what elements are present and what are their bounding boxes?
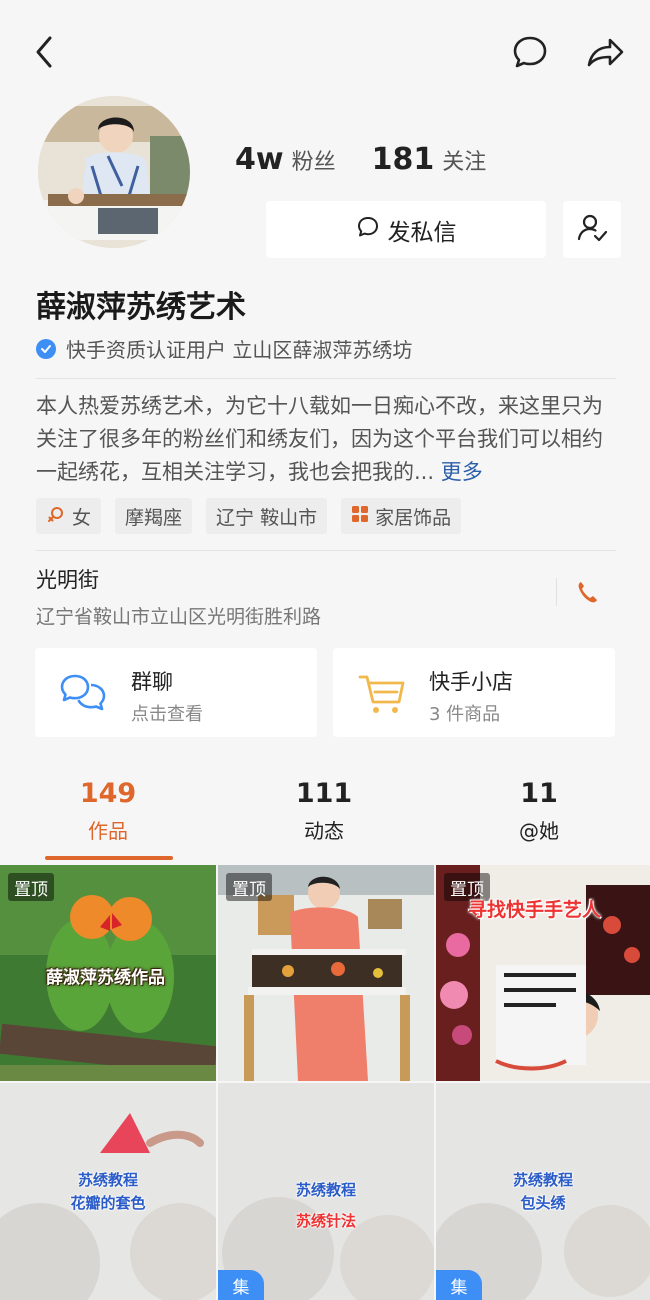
video-tile[interactable]: 置顶 薛淑萍苏绣作品 xyxy=(0,865,216,1081)
following-count[interactable]: 181 xyxy=(372,142,435,177)
video-tile[interactable]: 置顶 寻找快手手艺人 xyxy=(436,865,650,1081)
verification-row: 快手资质认证用户 立山区薛淑萍苏绣坊 xyxy=(36,334,412,363)
top-bar xyxy=(0,0,650,100)
tab-works-count: 149 xyxy=(79,778,137,809)
location-separator xyxy=(556,578,557,606)
shop-title: 快手小店 xyxy=(429,670,513,694)
tutorial-caption: 苏绣教程 苏绣针法 xyxy=(218,1179,434,1233)
location-address: 辽宁省鞍山市立山区光明街胜利路 xyxy=(36,606,322,628)
shop-card[interactable]: 快手小店 3 件商品 xyxy=(333,648,615,737)
video-tile[interactable]: 苏绣教程 苏绣针法 xyxy=(218,1083,434,1300)
profile-tags: 女 摩羯座 辽宁 鞍山市 家居饰品 xyxy=(36,498,475,534)
back-icon[interactable] xyxy=(28,32,64,72)
send-message-button[interactable]: 发私信 xyxy=(266,201,546,258)
gender-tag: 女 xyxy=(36,498,102,534)
tutorial-title: 苏绣教程 xyxy=(512,1171,573,1189)
region-tag: 辽宁 鞍山市 xyxy=(206,498,328,534)
video-tile[interactable]: 苏绣教程 包头绣 xyxy=(436,1083,650,1300)
video-tile[interactable]: 置顶 xyxy=(218,865,434,1081)
grid-apps-icon xyxy=(351,505,375,528)
shop-subtitle: 3 件商品 xyxy=(429,704,501,725)
profile-bio: 本人热爱苏绣艺术，为它十八载如一日痴心不改，来这里只为关注了很多年的粉丝们和绣友… xyxy=(36,390,616,489)
tab-moments-label: 动态 xyxy=(304,819,344,843)
follow-user-button[interactable] xyxy=(563,201,621,258)
tab-works[interactable]: 149 作品 xyxy=(38,778,178,844)
profile-stats: 4w 粉丝 181 关注 xyxy=(235,142,522,177)
following-label[interactable]: 关注 xyxy=(442,144,486,176)
tab-moments[interactable]: 111 动态 xyxy=(254,778,394,844)
verified-badge-icon xyxy=(36,338,56,359)
region-label: 辽宁 鞍山市 xyxy=(216,506,318,529)
avatar[interactable] xyxy=(38,96,190,248)
phone-icon[interactable] xyxy=(574,578,600,606)
divider xyxy=(36,378,616,379)
content-tabs: 149 作品 111 动态 11 @她 xyxy=(0,770,650,864)
category-tag[interactable]: 家居饰品 xyxy=(341,498,462,534)
video-tile[interactable]: 苏绣教程 花瓣的套色 xyxy=(0,1083,216,1300)
zodiac-tag: 摩羯座 xyxy=(115,498,193,534)
active-tab-indicator xyxy=(45,856,173,860)
profile-name: 薛淑萍苏绣艺术 xyxy=(36,290,246,325)
group-chat-card[interactable]: 群聊 点击查看 xyxy=(35,648,317,737)
tab-works-label: 作品 xyxy=(88,819,128,843)
tab-mentions-label: @她 xyxy=(519,819,559,843)
group-chat-icon xyxy=(59,670,107,720)
pinned-badge: 置顶 xyxy=(8,873,54,901)
chat-bubble-icon[interactable] xyxy=(510,32,550,72)
share-icon[interactable] xyxy=(584,32,628,72)
location-name: 光明街 xyxy=(36,568,99,592)
works-grid: 置顶 薛淑萍苏绣作品 置顶 置顶 寻找快手手艺人 苏绣教程 花瓣的套色 苏绣教程… xyxy=(0,865,650,1300)
divider xyxy=(36,550,616,551)
gender-label: 女 xyxy=(72,506,92,529)
tutorial-subtitle: 包头绣 xyxy=(520,1194,566,1212)
bio-more-link[interactable]: 更多 xyxy=(441,460,483,484)
tutorial-subtitle: 苏绣针法 xyxy=(295,1212,356,1230)
location-block[interactable]: 光明街 辽宁省鞍山市立山区光明街胜利路 xyxy=(36,564,321,629)
tutorial-caption: 苏绣教程 花瓣的套色 xyxy=(0,1169,216,1215)
tile-caption: 寻找快手手艺人 xyxy=(468,899,602,921)
user-check-icon xyxy=(576,212,608,248)
category-label: 家居饰品 xyxy=(375,506,452,529)
collection-badge[interactable]: 集 xyxy=(218,1270,264,1300)
tab-moments-count: 111 xyxy=(295,778,353,809)
verification-text: 快手资质认证用户 立山区薛淑萍苏绣坊 xyxy=(66,338,413,362)
fans-count[interactable]: 4w xyxy=(235,142,284,177)
shopping-cart-icon xyxy=(357,670,407,720)
bio-text: 本人热爱苏绣艺术，为它十八载如一日痴心不改，来这里只为关注了很多年的粉丝们和绣友… xyxy=(36,394,603,484)
message-icon xyxy=(356,215,388,245)
tile-caption: 薛淑萍苏绣作品 xyxy=(46,968,165,988)
group-chat-subtitle: 点击查看 xyxy=(131,704,203,725)
fans-label[interactable]: 粉丝 xyxy=(292,144,336,176)
pinned-badge: 置顶 xyxy=(226,873,272,901)
tutorial-title: 苏绣教程 xyxy=(295,1181,356,1199)
tutorial-title: 苏绣教程 xyxy=(77,1171,138,1189)
send-message-label: 发私信 xyxy=(387,219,457,246)
tab-mentions-count: 11 xyxy=(520,778,558,809)
zodiac-label: 摩羯座 xyxy=(125,506,183,529)
tutorial-subtitle: 花瓣的套色 xyxy=(70,1194,146,1212)
group-chat-title: 群聊 xyxy=(131,670,173,694)
female-icon xyxy=(46,504,72,529)
collection-badge[interactable]: 集 xyxy=(436,1270,482,1300)
tutorial-caption: 苏绣教程 包头绣 xyxy=(436,1169,650,1215)
tab-mentions[interactable]: 11 @她 xyxy=(469,778,609,844)
